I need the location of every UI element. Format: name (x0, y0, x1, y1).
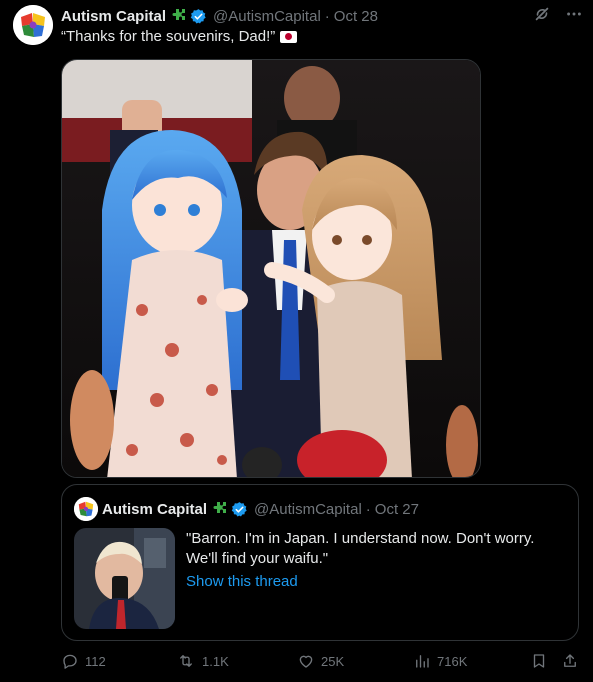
author-avatar[interactable] (13, 5, 53, 45)
reply-icon (61, 652, 79, 670)
tweet-date[interactable]: Oct 28 (334, 8, 378, 25)
quoted-author-avatar (74, 497, 98, 521)
repost-button[interactable]: 1.1K (176, 652, 229, 670)
tweet-action-bar: 112 1.1K 25K 716K (61, 652, 581, 674)
separator-dot: · (365, 500, 371, 518)
japan-flag-icon (280, 30, 298, 43)
repost-count: 1.1K (202, 653, 229, 669)
like-count: 25K (321, 653, 345, 669)
puzzle-badge-icon (212, 501, 228, 517)
tweet-header: Autism Capital @AutismCapital · Oct 28 (61, 6, 581, 26)
verified-badge-icon (190, 8, 207, 25)
puzzle-logo-icon (74, 497, 98, 521)
anime-illustration (62, 60, 480, 477)
puzzle-logo-icon (13, 5, 53, 45)
reply-count: 112 (85, 653, 106, 669)
author-handle[interactable]: @AutismCapital (213, 8, 321, 25)
like-icon (297, 652, 315, 670)
like-button[interactable]: 25K (297, 652, 344, 670)
share-icon (561, 652, 579, 670)
quoted-tweet-date: Oct 27 (374, 500, 419, 518)
more-icon[interactable] (565, 5, 583, 23)
bookmark-icon (530, 652, 548, 670)
quoted-tweet-thumbnail[interactable] (74, 528, 175, 629)
tweet-text-content: “Thanks for the souvenirs, Dad!” (61, 28, 276, 45)
share-button[interactable] (561, 652, 579, 670)
quoted-author-handle: @AutismCapital (254, 500, 362, 518)
views-button[interactable]: 716K (413, 652, 467, 670)
tweet-media-image[interactable] (61, 59, 481, 478)
quoted-tweet-text: "Barron. I'm in Japan. I understand now.… (186, 530, 535, 567)
quoted-tweet-header: Autism Capital @AutismCapital · Oct 27 (74, 497, 419, 521)
quoted-author-name: Autism Capital (102, 500, 208, 518)
separator-dot: · (324, 7, 330, 25)
verified-badge-icon (231, 501, 248, 518)
views-count: 716K (437, 653, 468, 669)
show-thread-link[interactable]: Show this thread (186, 573, 298, 590)
repost-icon (176, 652, 196, 670)
views-icon (413, 652, 431, 670)
quoted-tweet[interactable]: Autism Capital @AutismCapital · Oct 27 "… (61, 484, 579, 641)
puzzle-badge-icon (171, 8, 187, 24)
tweet-top-actions (533, 5, 583, 23)
author-name[interactable]: Autism Capital (61, 8, 166, 25)
grok-icon[interactable] (533, 5, 551, 23)
quoted-photo (74, 528, 175, 629)
bookmark-button[interactable] (530, 652, 548, 670)
tweet-text: “Thanks for the souvenirs, Dad!” (61, 28, 298, 45)
reply-button[interactable]: 112 (61, 652, 106, 670)
